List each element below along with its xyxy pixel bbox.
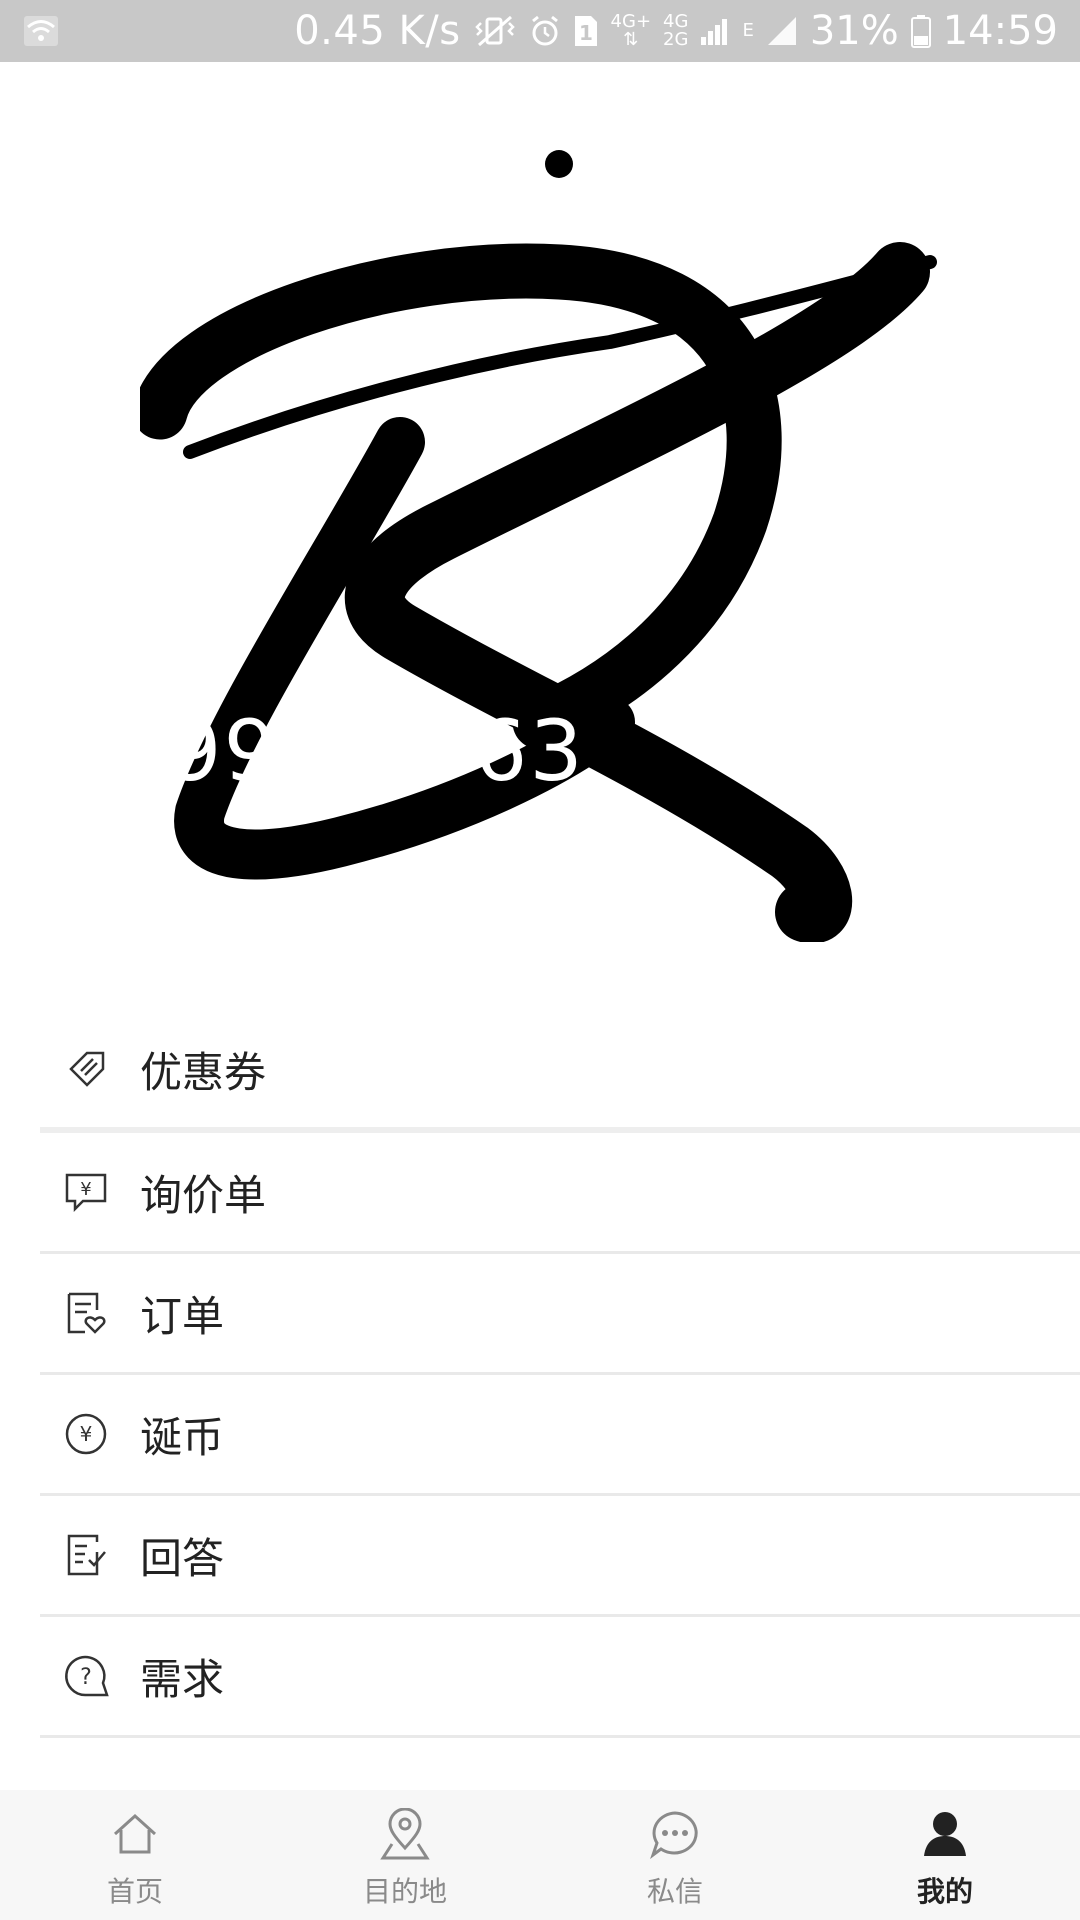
- screen: 0.45 K/s 1 4G+ ⇅ 4G 2G E 31% 14:59 99 30…: [0, 0, 1080, 1920]
- brand-logo: [140, 242, 937, 942]
- menu-label: 询价单: [140, 1170, 267, 1220]
- menu-item-quote[interactable]: ¥ 询价单: [40, 1133, 1080, 1254]
- user-icon: [919, 1808, 971, 1860]
- question-icon: ?: [62, 1652, 110, 1700]
- network-speed: 0.45 K/s: [294, 8, 461, 54]
- signal-icon: [700, 15, 730, 47]
- quote-icon: ¥: [62, 1168, 110, 1216]
- nav-item-home[interactable]: 首页: [0, 1790, 270, 1920]
- alarm-icon: [529, 14, 561, 48]
- network-2g: 2G: [663, 29, 689, 50]
- menu-item-coin[interactable]: ¥ 诞币: [40, 1375, 1080, 1496]
- wifi-icon: [22, 12, 60, 50]
- network-type-bottom: 4G 2G: [663, 13, 688, 49]
- menu-label: 需求: [140, 1654, 225, 1704]
- battery-percent: 31%: [809, 8, 899, 54]
- menu-label: 优惠券: [140, 1048, 267, 1097]
- order-icon: [62, 1289, 110, 1337]
- menu-item-answer[interactable]: 回答: [40, 1496, 1080, 1617]
- home-icon: [109, 1808, 161, 1860]
- sim-icon: 1: [573, 14, 599, 48]
- clock: 14:59: [942, 8, 1058, 54]
- chat-bubble-icon: [649, 1808, 701, 1860]
- menu-item-coupon[interactable]: 优惠券: [40, 1012, 1080, 1133]
- status-right: 0.45 K/s 1 4G+ ⇅ 4G 2G E 31% 14:59: [294, 8, 1058, 54]
- location-pin-icon: [379, 1808, 431, 1860]
- page-indicator-dot: [545, 150, 573, 178]
- menu-label: 订单: [140, 1291, 225, 1341]
- menu-item-demand[interactable]: ? 需求: [40, 1617, 1080, 1738]
- menu-label: 回答: [140, 1533, 225, 1583]
- vibrate-mute-icon: [473, 13, 517, 49]
- coin-icon: ¥: [62, 1410, 110, 1458]
- status-bar: 0.45 K/s 1 4G+ ⇅ 4G 2G E 31% 14:59: [0, 0, 1080, 62]
- nav-label: 目的地: [362, 1875, 447, 1908]
- bottom-nav: 首页 目的地 私信 我的: [0, 1790, 1080, 1920]
- coupon-icon: [62, 1046, 110, 1094]
- nav-item-destination[interactable]: 目的地: [270, 1790, 540, 1920]
- menu-list: 优惠券 ¥ 询价单 订单 ¥ 诞币 回答 ? 需求: [40, 1012, 1080, 1738]
- data-arrows-icon: ⇅: [623, 29, 639, 50]
- nav-item-me[interactable]: 我的: [810, 1790, 1080, 1920]
- menu-item-order[interactable]: 订单: [40, 1254, 1080, 1375]
- svg-text:¥: ¥: [80, 1422, 93, 1446]
- svg-text:¥: ¥: [80, 1179, 91, 1200]
- svg-text:?: ?: [80, 1665, 92, 1690]
- signal-icon-2: [766, 15, 798, 47]
- nav-label: 首页: [106, 1875, 163, 1908]
- network-type-top: 4G+ ⇅: [611, 13, 651, 49]
- nav-item-messages[interactable]: 私信: [540, 1790, 810, 1920]
- network-e: E: [742, 20, 754, 41]
- menu-label: 诞币: [140, 1412, 225, 1462]
- account-number: 99 30963: [168, 702, 585, 800]
- sim-number: 1: [579, 21, 593, 45]
- profile-header: 99 30963: [0, 62, 1080, 982]
- battery-icon: [910, 14, 931, 48]
- nav-label: 私信: [646, 1875, 703, 1908]
- nav-label: 我的: [916, 1875, 973, 1908]
- answer-icon: [62, 1531, 110, 1579]
